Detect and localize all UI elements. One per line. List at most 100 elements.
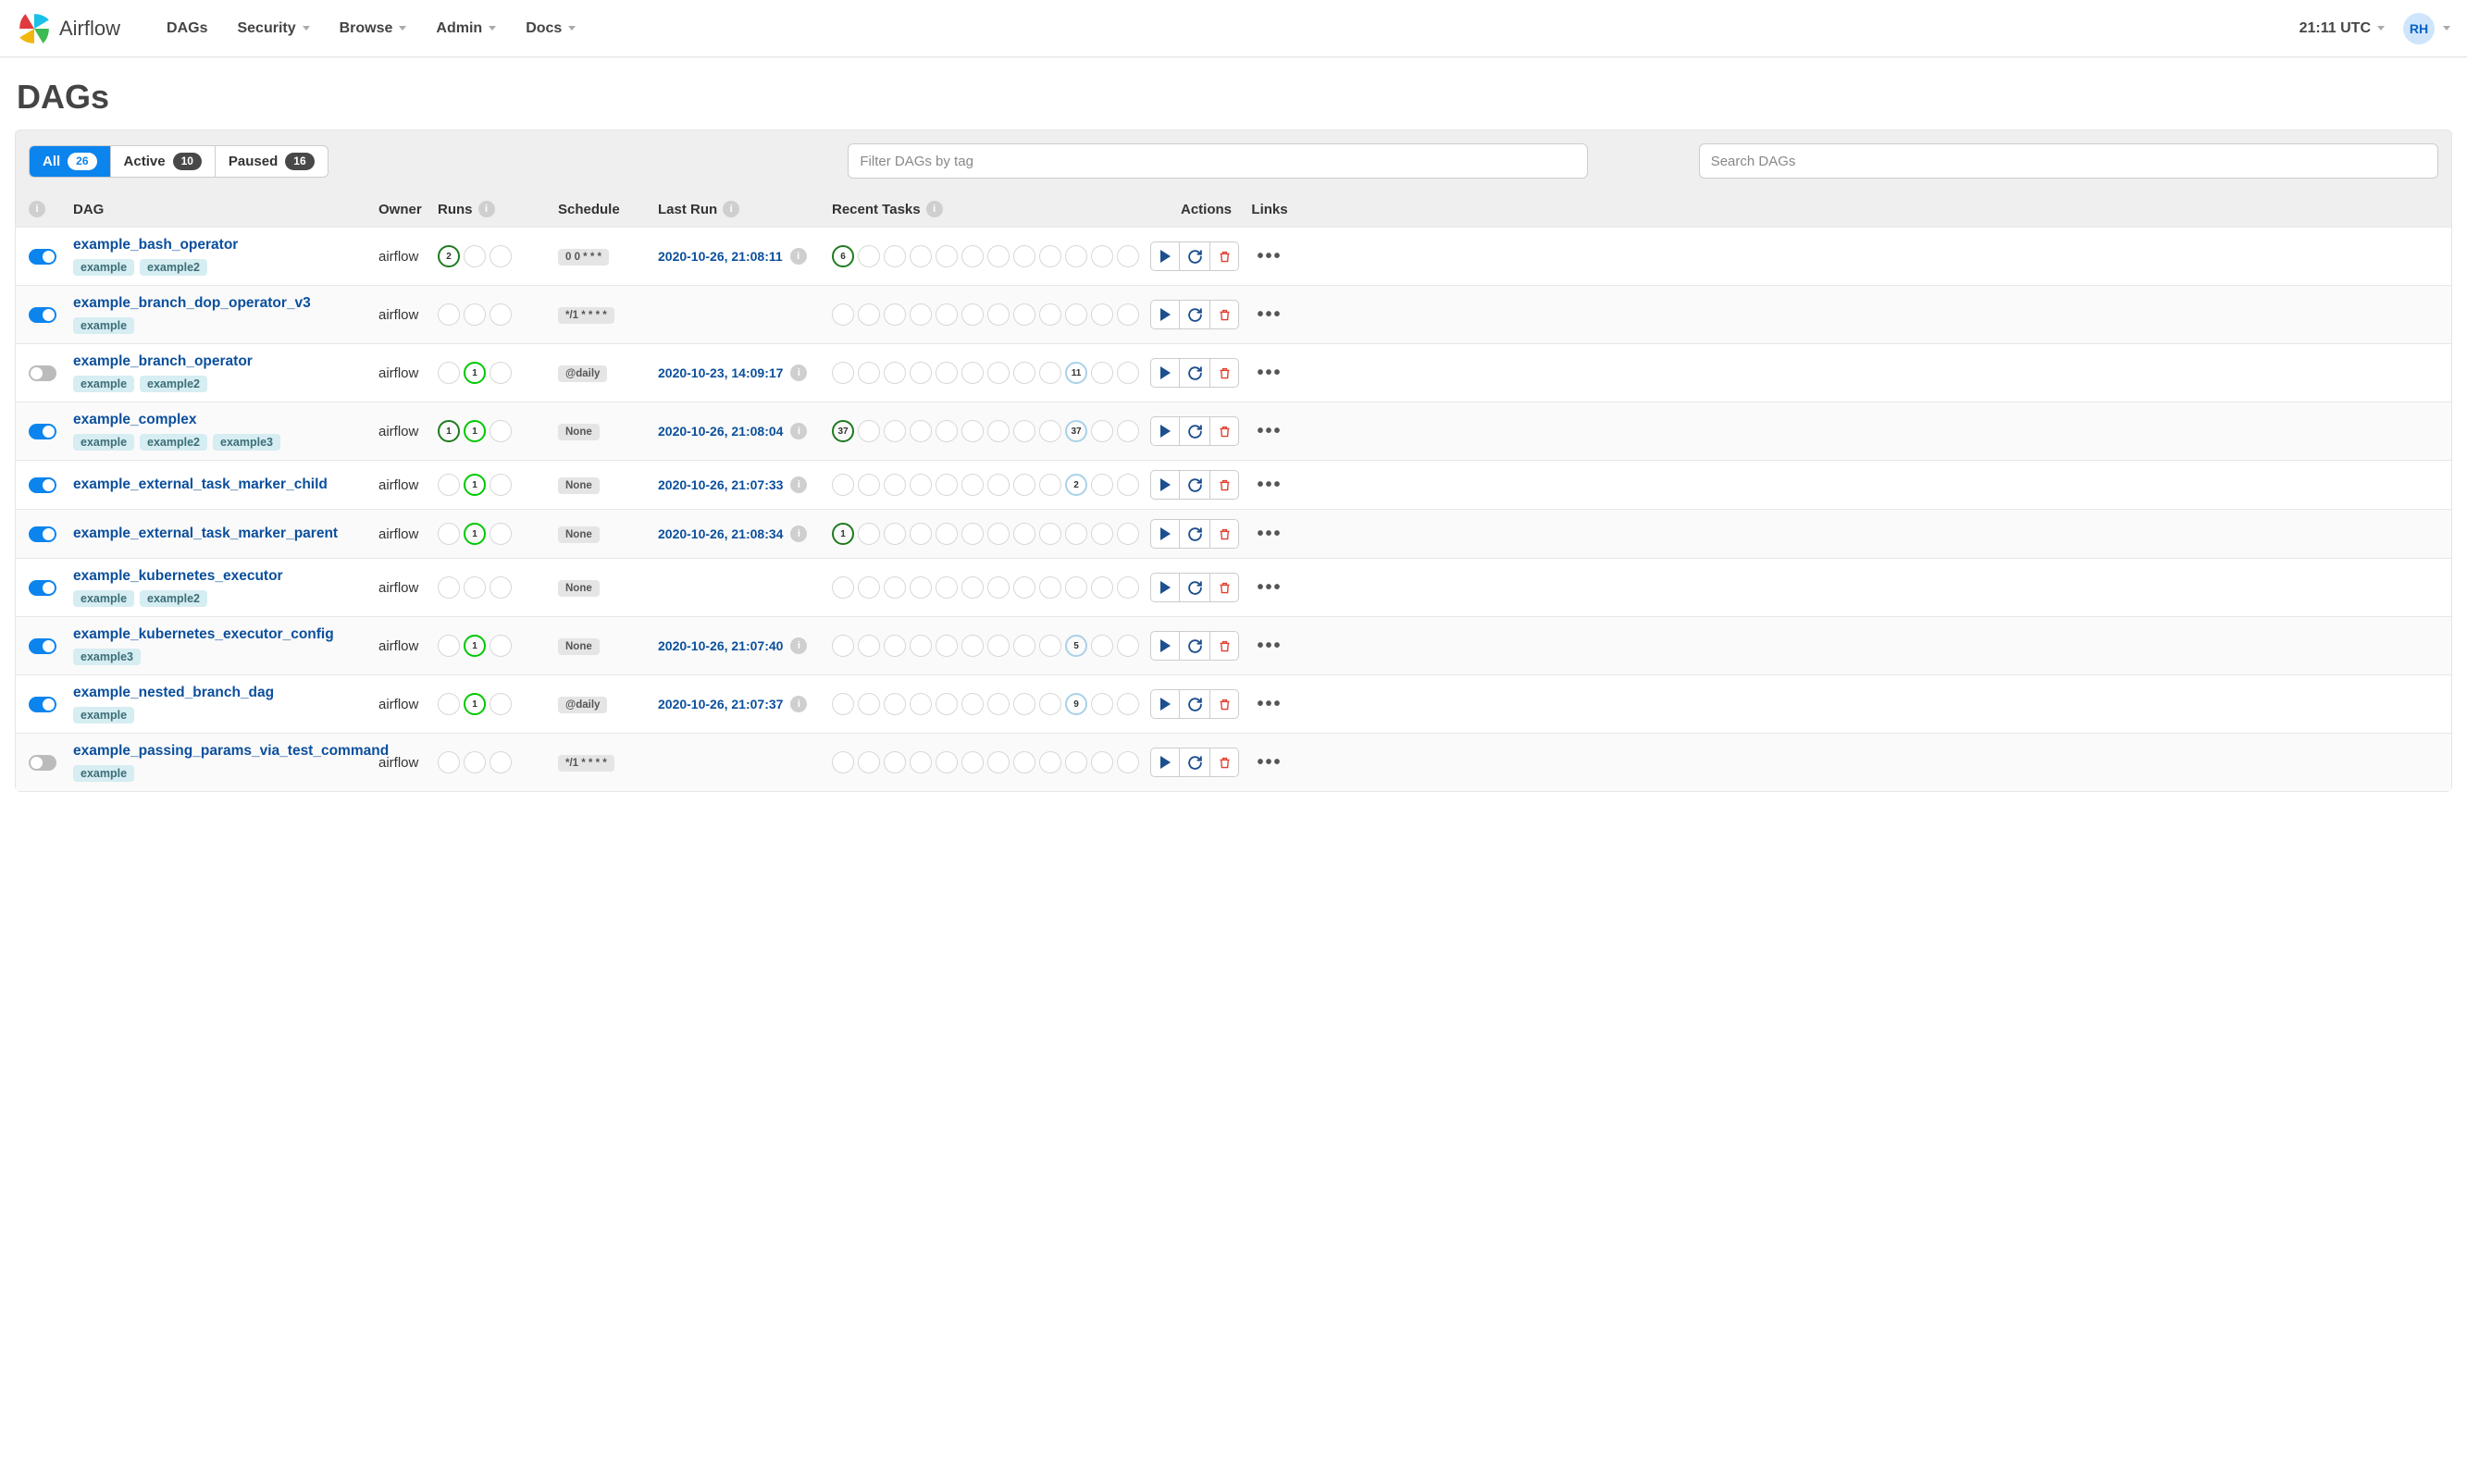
delete-dag-button[interactable] bbox=[1209, 573, 1239, 602]
info-icon[interactable]: i bbox=[790, 365, 807, 381]
status-circle[interactable] bbox=[936, 245, 958, 267]
schedule-pill[interactable]: None bbox=[558, 526, 600, 543]
status-circle[interactable] bbox=[884, 635, 906, 657]
status-circle[interactable] bbox=[1065, 576, 1087, 599]
delete-dag-button[interactable] bbox=[1209, 241, 1239, 271]
dag-enable-toggle[interactable] bbox=[29, 638, 56, 654]
status-circle[interactable] bbox=[987, 420, 1010, 442]
filter-tags-input[interactable] bbox=[848, 143, 1587, 179]
tab-all[interactable]: All 26 bbox=[30, 146, 111, 177]
status-circle[interactable]: 37 bbox=[832, 420, 854, 442]
more-links-button[interactable]: ••• bbox=[1257, 694, 1282, 715]
status-circle[interactable] bbox=[1039, 635, 1061, 657]
status-circle[interactable] bbox=[490, 751, 512, 773]
dag-tag[interactable]: example3 bbox=[73, 649, 141, 665]
info-icon[interactable]: i bbox=[723, 201, 739, 217]
status-circle[interactable] bbox=[832, 751, 854, 773]
trigger-dag-button[interactable] bbox=[1150, 358, 1180, 388]
last-run-link[interactable]: 2020-10-23, 14:09:17 bbox=[658, 365, 783, 380]
status-circle[interactable] bbox=[1013, 523, 1035, 545]
status-circle[interactable] bbox=[832, 693, 854, 715]
status-circle[interactable] bbox=[438, 751, 460, 773]
dag-tag[interactable]: example3 bbox=[213, 434, 280, 451]
search-dags-input[interactable] bbox=[1699, 143, 2438, 179]
dag-tag[interactable]: example2 bbox=[140, 434, 207, 451]
status-circle[interactable]: 2 bbox=[1065, 474, 1087, 496]
status-circle[interactable] bbox=[884, 245, 906, 267]
dag-tag[interactable]: example bbox=[73, 434, 134, 451]
refresh-dag-button[interactable] bbox=[1180, 241, 1209, 271]
status-circle[interactable] bbox=[987, 576, 1010, 599]
delete-dag-button[interactable] bbox=[1209, 358, 1239, 388]
status-circle[interactable] bbox=[1117, 523, 1139, 545]
status-circle[interactable] bbox=[490, 303, 512, 326]
status-circle[interactable] bbox=[464, 576, 486, 599]
delete-dag-button[interactable] bbox=[1209, 416, 1239, 446]
delete-dag-button[interactable] bbox=[1209, 300, 1239, 329]
status-circle[interactable] bbox=[1091, 362, 1113, 384]
status-circle[interactable] bbox=[858, 420, 880, 442]
dag-name-link[interactable]: example_external_task_marker_parent bbox=[73, 526, 378, 542]
status-circle[interactable] bbox=[910, 751, 932, 773]
status-circle[interactable] bbox=[987, 751, 1010, 773]
last-run-link[interactable]: 2020-10-26, 21:07:40 bbox=[658, 638, 783, 653]
clock[interactable]: 21:11 UTC bbox=[2300, 20, 2398, 37]
status-circle[interactable] bbox=[961, 474, 984, 496]
dag-enable-toggle[interactable] bbox=[29, 755, 56, 771]
status-circle[interactable] bbox=[858, 751, 880, 773]
refresh-dag-button[interactable] bbox=[1180, 358, 1209, 388]
info-icon[interactable]: i bbox=[790, 248, 807, 265]
status-circle[interactable] bbox=[961, 523, 984, 545]
status-circle[interactable] bbox=[961, 303, 984, 326]
dag-enable-toggle[interactable] bbox=[29, 697, 56, 712]
status-circle[interactable] bbox=[464, 751, 486, 773]
status-circle[interactable] bbox=[910, 303, 932, 326]
status-circle[interactable] bbox=[490, 693, 512, 715]
status-circle[interactable] bbox=[1117, 693, 1139, 715]
delete-dag-button[interactable] bbox=[1209, 631, 1239, 661]
status-circle[interactable] bbox=[1065, 751, 1087, 773]
status-circle[interactable] bbox=[438, 362, 460, 384]
status-circle[interactable] bbox=[1117, 751, 1139, 773]
dag-enable-toggle[interactable] bbox=[29, 249, 56, 265]
dag-name-link[interactable]: example_branch_operator bbox=[73, 353, 378, 370]
status-circle[interactable] bbox=[884, 693, 906, 715]
trigger-dag-button[interactable] bbox=[1150, 631, 1180, 661]
trigger-dag-button[interactable] bbox=[1150, 573, 1180, 602]
dag-tag[interactable]: example bbox=[73, 707, 134, 723]
status-circle[interactable]: 1 bbox=[464, 362, 486, 384]
status-circle[interactable] bbox=[1091, 303, 1113, 326]
status-circle[interactable] bbox=[1039, 362, 1061, 384]
status-circle[interactable] bbox=[858, 474, 880, 496]
dag-name-link[interactable]: example_nested_branch_dag bbox=[73, 685, 378, 701]
dag-name-link[interactable]: example_bash_operator bbox=[73, 237, 378, 254]
status-circle[interactable] bbox=[884, 751, 906, 773]
dag-enable-toggle[interactable] bbox=[29, 477, 56, 493]
nav-item-docs[interactable]: Docs bbox=[511, 0, 590, 57]
last-run-link[interactable]: 2020-10-26, 21:07:37 bbox=[658, 697, 783, 711]
status-circle[interactable] bbox=[464, 303, 486, 326]
status-circle[interactable] bbox=[858, 362, 880, 384]
status-circle[interactable] bbox=[1013, 362, 1035, 384]
more-links-button[interactable]: ••• bbox=[1257, 304, 1282, 326]
last-run-link[interactable]: 2020-10-26, 21:08:11 bbox=[658, 249, 783, 264]
status-circle[interactable] bbox=[1117, 576, 1139, 599]
th-runs[interactable]: Runs i bbox=[438, 201, 558, 217]
status-circle[interactable]: 1 bbox=[464, 693, 486, 715]
info-icon[interactable]: i bbox=[790, 637, 807, 654]
status-circle[interactable]: 37 bbox=[1065, 420, 1087, 442]
status-circle[interactable] bbox=[438, 693, 460, 715]
dag-enable-toggle[interactable] bbox=[29, 365, 56, 381]
refresh-dag-button[interactable] bbox=[1180, 689, 1209, 719]
status-circle[interactable] bbox=[1091, 693, 1113, 715]
status-circle[interactable] bbox=[1065, 523, 1087, 545]
status-circle[interactable] bbox=[910, 245, 932, 267]
status-circle[interactable]: 2 bbox=[438, 245, 460, 267]
status-circle[interactable] bbox=[490, 245, 512, 267]
trigger-dag-button[interactable] bbox=[1150, 470, 1180, 500]
status-circle[interactable] bbox=[910, 523, 932, 545]
nav-item-browse[interactable]: Browse bbox=[325, 0, 422, 57]
status-circle[interactable] bbox=[910, 420, 932, 442]
refresh-dag-button[interactable] bbox=[1180, 300, 1209, 329]
delete-dag-button[interactable] bbox=[1209, 689, 1239, 719]
